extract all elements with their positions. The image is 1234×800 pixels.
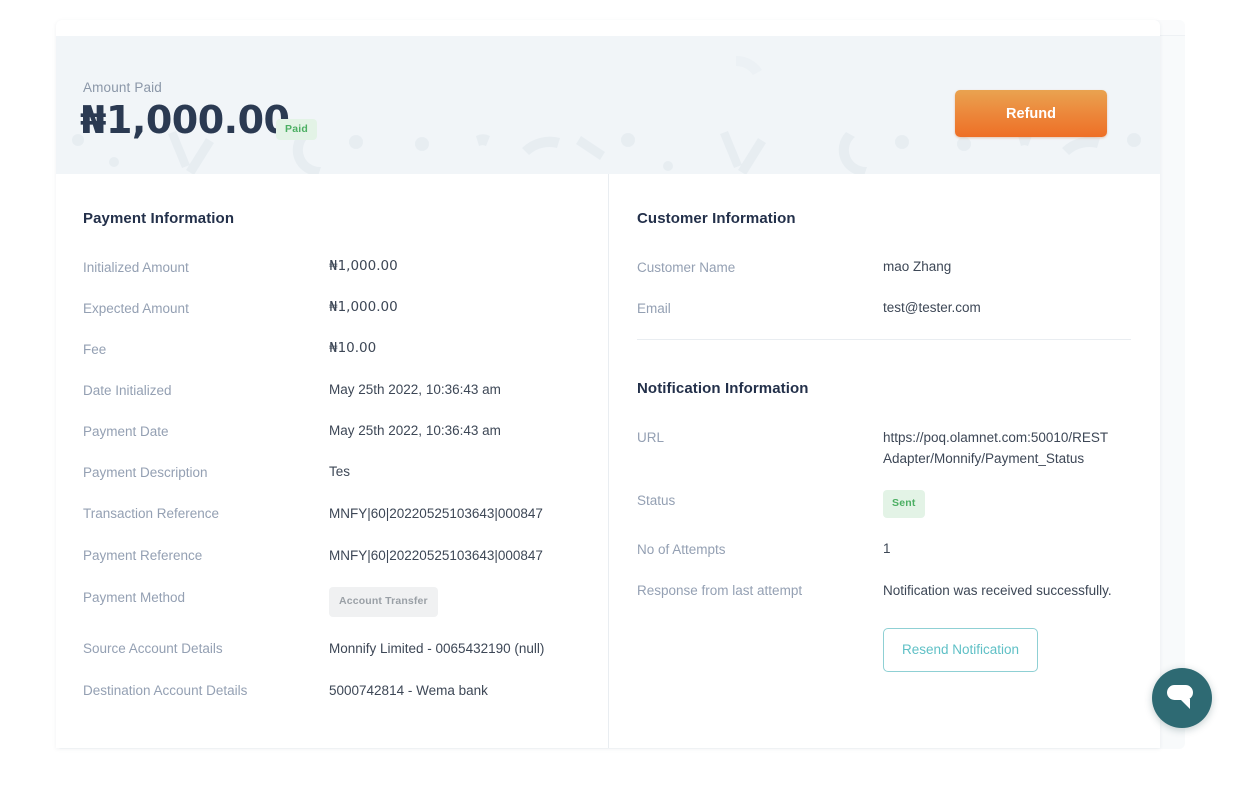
row-payment-date: Payment Date May 25th 2022, 10:36:43 am xyxy=(83,421,608,441)
row-key: Payment Reference xyxy=(83,545,329,565)
row-response-last-attempt: Response from last attempt Notification … xyxy=(637,580,1160,601)
row-value: MNFY|60|20220525103643|000847 xyxy=(329,503,561,524)
row-key: Initialized Amount xyxy=(83,257,329,277)
row-value: May 25th 2022, 10:36:43 am xyxy=(329,421,561,440)
row-no-of-attempts: No of Attempts 1 xyxy=(637,539,1160,559)
row-fee: Fee ₦10.00 xyxy=(83,339,608,359)
screen-root: Amount Paid ₦1,000.00 Paid Refund Paymen… xyxy=(0,0,1234,800)
row-value-wrap: Sent xyxy=(883,490,1115,518)
transaction-detail-card: Amount Paid ₦1,000.00 Paid Refund Paymen… xyxy=(56,20,1160,748)
row-payment-reference: Payment Reference MNFY|60|20220525103643… xyxy=(83,545,608,566)
row-date-initialized: Date Initialized May 25th 2022, 10:36:43… xyxy=(83,380,608,400)
row-value: MNFY|60|20220525103643|000847 xyxy=(329,545,561,566)
row-value: May 25th 2022, 10:36:43 am xyxy=(329,380,561,399)
row-key: URL xyxy=(637,427,883,447)
row-key: Destination Account Details xyxy=(83,680,329,700)
row-key: Payment Date xyxy=(83,421,329,441)
row-value-wrap: Account Transfer xyxy=(329,587,561,617)
amount-paid-value: ₦1,000.00 xyxy=(80,98,289,142)
row-key: Expected Amount xyxy=(83,298,329,318)
row-key: Email xyxy=(637,298,883,318)
row-value: Monnify Limited - 0065432190 (null) xyxy=(329,638,561,659)
card-header: Amount Paid ₦1,000.00 Paid Refund xyxy=(56,36,1160,174)
row-key: Fee xyxy=(83,339,329,359)
row-value: ₦1,000.00 xyxy=(329,257,561,276)
card-body: Payment Information Initialized Amount ₦… xyxy=(56,174,1160,748)
row-key: Response from last attempt xyxy=(637,580,883,600)
status-badge: Paid xyxy=(276,119,317,140)
row-initialized-amount: Initialized Amount ₦1,000.00 xyxy=(83,257,608,277)
payment-information-column: Payment Information Initialized Amount ₦… xyxy=(56,174,608,748)
row-value: ₦1,000.00 xyxy=(329,298,561,317)
notification-information-section: Notification Information URL https://poq… xyxy=(637,380,1160,672)
row-key: Payment Description xyxy=(83,462,329,482)
row-email: Email test@tester.com xyxy=(637,298,1160,318)
row-payment-method: Payment Method Account Transfer xyxy=(83,587,608,617)
row-key: Transaction Reference xyxy=(83,503,329,523)
row-transaction-reference: Transaction Reference MNFY|60|2022052510… xyxy=(83,503,608,524)
row-payment-description: Payment Description Tes xyxy=(83,462,608,482)
row-destination-account-details: Destination Account Details 5000742814 -… xyxy=(83,680,608,701)
refund-button[interactable]: Refund xyxy=(955,90,1107,137)
customer-notification-column: Customer Information Customer Name mao Z… xyxy=(609,174,1160,748)
chat-bubble-icon xyxy=(1166,684,1198,714)
customer-information-title: Customer Information xyxy=(637,210,1160,227)
row-key: Customer Name xyxy=(637,257,883,277)
row-value: test@tester.com xyxy=(883,298,1115,317)
resend-notification-button[interactable]: Resend Notification xyxy=(883,628,1038,672)
row-key: No of Attempts xyxy=(637,539,883,559)
amount-paid-label: Amount Paid xyxy=(83,80,162,95)
row-key: Source Account Details xyxy=(83,638,329,658)
payment-method-chip: Account Transfer xyxy=(329,587,438,617)
row-value: Tes xyxy=(329,462,561,481)
row-key: Date Initialized xyxy=(83,380,329,400)
section-divider xyxy=(637,339,1131,340)
row-notification-url: URL https://poq.olamnet.com:50010/RESTAd… xyxy=(637,427,1160,469)
row-value: Notification was received successfully. xyxy=(883,580,1115,601)
chat-widget-button[interactable] xyxy=(1152,668,1212,728)
row-customer-name: Customer Name mao Zhang xyxy=(637,257,1160,277)
row-notification-status: Status Sent xyxy=(637,490,1160,518)
notification-status-badge: Sent xyxy=(883,490,925,518)
row-value: https://poq.olamnet.com:50010/RESTAdapte… xyxy=(883,427,1115,469)
notification-information-title: Notification Information xyxy=(637,380,1160,397)
row-value: ₦10.00 xyxy=(329,339,561,358)
row-key: Status xyxy=(637,490,883,510)
row-value: 1 xyxy=(883,539,1115,558)
row-key: Payment Method xyxy=(83,587,329,607)
payment-information-title: Payment Information xyxy=(83,210,608,227)
row-source-account-details: Source Account Details Monnify Limited -… xyxy=(83,638,608,659)
row-expected-amount: Expected Amount ₦1,000.00 xyxy=(83,298,608,318)
row-value: mao Zhang xyxy=(883,257,1115,276)
row-value: 5000742814 - Wema bank xyxy=(329,680,561,701)
